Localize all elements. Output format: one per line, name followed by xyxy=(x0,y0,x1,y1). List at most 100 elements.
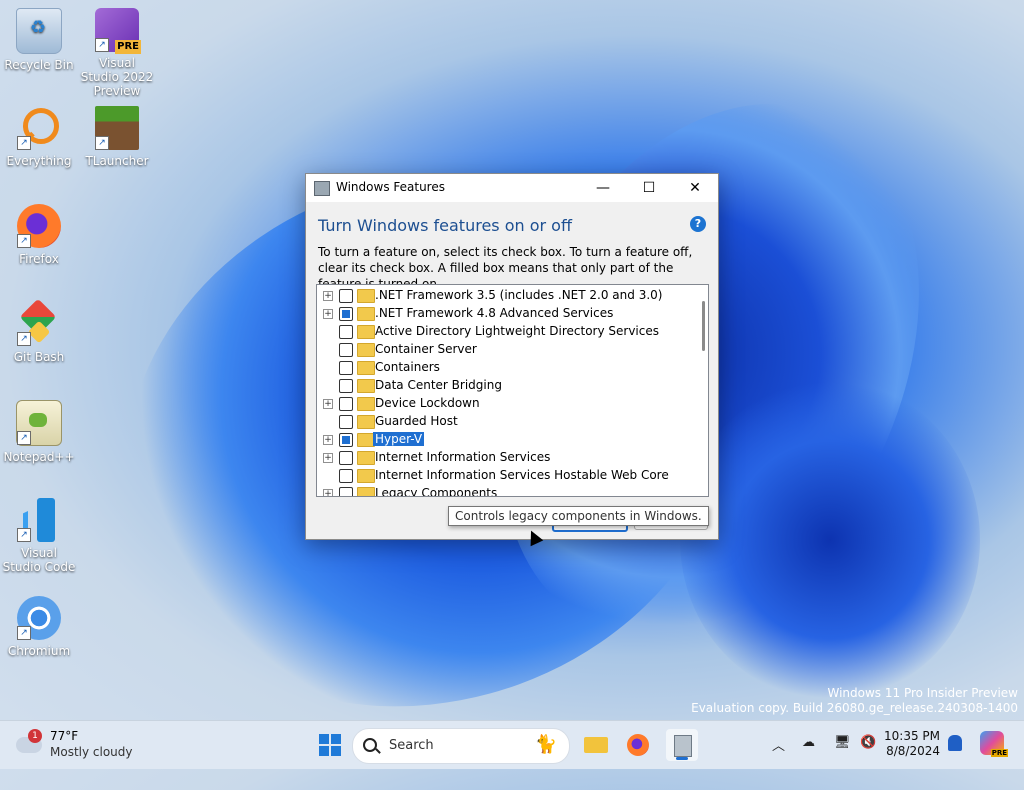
show-hidden-icons-chevron-icon[interactable]: ︿ xyxy=(772,735,785,754)
desktop-icon-visual-studio-preview[interactable]: PRE ↗ Visual Studio 2022 Preview xyxy=(79,8,155,98)
shortcut-arrow-icon: ↗ xyxy=(95,38,109,52)
windows-features-taskbar-icon[interactable] xyxy=(666,729,698,761)
minimize-button[interactable]: — xyxy=(580,174,626,202)
feature-checkbox[interactable] xyxy=(339,487,353,496)
feature-row[interactable]: + Internet Information Services xyxy=(317,449,697,467)
pre-badge: PRE xyxy=(115,40,141,54)
feature-checkbox[interactable] xyxy=(339,307,353,321)
feature-row[interactable]: Container Server xyxy=(317,341,697,359)
search-placeholder: Search xyxy=(389,738,434,753)
everything-icon: ↗ xyxy=(17,106,61,150)
feature-label: Device Lockdown xyxy=(375,396,480,410)
weather-condition: Mostly cloudy xyxy=(50,745,133,759)
feature-label: Container Server xyxy=(375,342,477,356)
feature-row[interactable]: + Hyper-V xyxy=(317,431,697,449)
feature-checkbox[interactable] xyxy=(339,433,353,447)
windows-features-app-icon xyxy=(314,181,330,196)
firefox-taskbar-icon[interactable] xyxy=(622,729,654,761)
desktop-icon-recycle-bin[interactable]: ♻ Recycle Bin xyxy=(1,8,77,72)
help-icon[interactable]: ? xyxy=(690,216,706,232)
desktop-icon-label: Notepad++ xyxy=(3,450,75,464)
feature-checkbox[interactable] xyxy=(339,415,353,429)
feature-label: Data Center Bridging xyxy=(375,378,502,392)
desktop-icon-notepadpp[interactable]: ↗ Notepad++ xyxy=(1,400,77,464)
weather-widget[interactable]: 1 77°F Mostly cloudy xyxy=(16,729,156,761)
scrollbar-thumb[interactable] xyxy=(702,301,705,351)
feature-row[interactable]: + .NET Framework 4.8 Advanced Services xyxy=(317,305,697,323)
feature-checkbox[interactable] xyxy=(339,289,353,303)
feature-label: .NET Framework 3.5 (includes .NET 2.0 an… xyxy=(375,288,663,302)
taskbar-search-box[interactable]: Search 🐈 xyxy=(352,728,570,764)
feature-checkbox[interactable] xyxy=(339,379,353,393)
feature-row[interactable]: + .NET Framework 3.5 (includes .NET 2.0 a… xyxy=(317,287,697,305)
maximize-button[interactable]: ☐ xyxy=(626,174,672,202)
network-icon[interactable]: 🖥 xyxy=(834,735,851,750)
feature-row[interactable]: Internet Information Services Hostable W… xyxy=(317,467,697,485)
feature-checkbox[interactable] xyxy=(339,451,353,465)
shortcut-arrow-icon: ↗ xyxy=(17,626,31,640)
start-button[interactable] xyxy=(314,729,346,761)
feature-row[interactable]: + Legacy Components xyxy=(317,485,697,497)
copilot-pre-badge: PRE xyxy=(990,749,1008,757)
shortcut-arrow-icon: ↗ xyxy=(17,528,31,542)
desktop-icon-everything[interactable]: ↗ Everything xyxy=(1,106,77,168)
expand-toggle-icon[interactable]: + xyxy=(323,453,333,463)
shortcut-arrow-icon: ↗ xyxy=(95,136,109,150)
visual-studio-preview-icon: PRE ↗ xyxy=(95,8,141,54)
shortcut-arrow-icon: ↗ xyxy=(17,136,31,150)
onedrive-offline-icon[interactable]: ☁ xyxy=(802,735,815,750)
vertical-scrollbar[interactable] xyxy=(701,287,707,494)
windows-features-dialog: Windows Features — ☐ ✕ Turn Windows feat… xyxy=(305,173,719,540)
expand-toggle-icon[interactable]: + xyxy=(323,489,333,496)
desktop-icon-vscode[interactable]: ↗ Visual Studio Code xyxy=(1,498,77,574)
feature-label: Guarded Host xyxy=(375,414,458,428)
watermark-line1: Windows 11 Pro Insider Preview xyxy=(827,686,1018,700)
feature-row[interactable]: Containers xyxy=(317,359,697,377)
desktop-icon-label: Chromium xyxy=(7,644,71,658)
close-button[interactable]: ✕ xyxy=(672,174,718,202)
start-windows-icon xyxy=(331,734,341,744)
active-app-indicator xyxy=(676,757,688,760)
feature-checkbox[interactable] xyxy=(339,325,353,339)
shortcut-arrow-icon: ↗ xyxy=(17,431,31,445)
volume-muted-icon[interactable]: 🔇 xyxy=(860,735,876,750)
feature-checkbox[interactable] xyxy=(339,361,353,375)
taskbar-clock[interactable]: 10:35 PM 8/8/2024 xyxy=(884,729,940,759)
desktop-icon-label: Visual Studio 2022 Preview xyxy=(80,56,154,98)
desktop-icon-label: TLauncher xyxy=(85,154,149,168)
feature-label: .NET Framework 4.8 Advanced Services xyxy=(375,306,614,320)
feature-row[interactable]: Active Directory Lightweight Directory S… xyxy=(317,323,697,341)
feature-row[interactable]: Data Center Bridging xyxy=(317,377,697,395)
feature-label: Legacy Components xyxy=(375,486,498,497)
desktop-icon-label: Firefox xyxy=(19,252,59,266)
notification-bell-icon[interactable] xyxy=(948,735,962,751)
file-explorer-icon[interactable] xyxy=(580,729,612,761)
dialog-title: Windows Features xyxy=(336,180,445,194)
copilot-icon[interactable]: PRE xyxy=(980,731,1008,757)
desktop-icon-firefox[interactable]: ↗ Firefox xyxy=(1,204,77,266)
desktop-watermark: Windows 11 Pro Insider Preview Evaluatio… xyxy=(691,686,1018,716)
desktop-icon-label: Everything xyxy=(6,154,72,168)
dialog-titlebar[interactable]: Windows Features — ☐ ✕ xyxy=(306,174,718,202)
feature-row[interactable]: Guarded Host xyxy=(317,413,697,431)
search-highlight-cat-icon: 🐈 xyxy=(534,734,557,755)
feature-checkbox[interactable] xyxy=(339,343,353,357)
feature-checkbox[interactable] xyxy=(339,397,353,411)
desktop-icon-tlauncher[interactable]: ↗ TLauncher xyxy=(79,106,155,168)
tlauncher-icon: ↗ xyxy=(95,106,139,150)
expand-toggle-icon[interactable]: + xyxy=(323,399,333,409)
expand-toggle-icon[interactable]: + xyxy=(323,435,333,445)
feature-checkbox[interactable] xyxy=(339,469,353,483)
features-tree[interactable]: + .NET Framework 3.5 (includes .NET 2.0 a… xyxy=(316,284,709,497)
start-windows-icon xyxy=(319,746,329,756)
desktop-icon-label: Recycle Bin xyxy=(4,58,74,72)
desktop-icon-chromium[interactable]: ↗ Chromium xyxy=(1,596,77,658)
feature-row[interactable]: + Device Lockdown xyxy=(317,395,697,413)
expand-toggle-icon[interactable]: + xyxy=(323,291,333,301)
expand-toggle-icon[interactable]: + xyxy=(323,309,333,319)
desktop-icon-label: Visual Studio Code xyxy=(2,546,76,574)
vscode-icon: ↗ xyxy=(17,498,61,543)
desktop-icon-git-bash[interactable]: ↗ Git Bash xyxy=(1,298,77,364)
weather-alert-badge: 1 xyxy=(28,729,42,743)
start-windows-icon xyxy=(331,746,341,756)
